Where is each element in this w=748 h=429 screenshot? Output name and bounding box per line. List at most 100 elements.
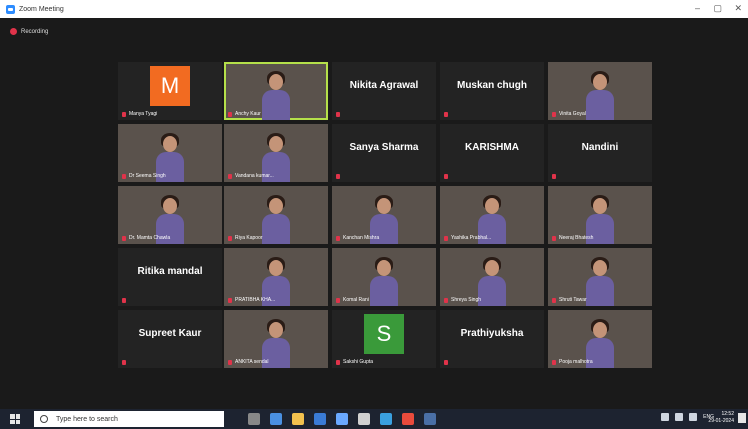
tray-icon[interactable] xyxy=(661,413,670,421)
title-bar: Zoom Meeting – ▢ ✕ xyxy=(0,0,748,18)
zoom-logo-icon xyxy=(6,4,15,14)
participant-name-label xyxy=(336,174,343,179)
participant-tile[interactable]: Nikita Agrawal xyxy=(332,62,436,120)
edge-icon[interactable] xyxy=(270,413,282,425)
participant-tile[interactable]: Sanya Sharma xyxy=(332,124,436,182)
participant-tile[interactable]: Dr Seema Singh xyxy=(118,124,222,182)
participant-tile[interactable]: Pooja malhotra xyxy=(548,310,652,368)
participant-name-label xyxy=(552,174,559,179)
muted-mic-icon xyxy=(444,235,448,241)
muted-mic-icon xyxy=(552,297,556,303)
mail-icon[interactable] xyxy=(314,413,326,425)
muted-mic-icon xyxy=(122,173,126,179)
network-icon[interactable] xyxy=(675,413,684,421)
participant-tile[interactable]: Shruti Tawar xyxy=(548,248,652,306)
participant-name-label xyxy=(444,360,451,365)
search-icon xyxy=(40,415,48,423)
volume-icon[interactable] xyxy=(689,413,698,421)
participant-name-large: Nikita Agrawal xyxy=(349,80,419,91)
participant-tile[interactable]: Riya Kapoor xyxy=(224,186,328,244)
zoom-taskbar-icon[interactable] xyxy=(424,413,436,425)
participant-video xyxy=(262,68,290,120)
participant-name-label: Anchy Kaur xyxy=(228,111,261,117)
participant-name: Sakshi Gupta xyxy=(343,359,374,365)
muted-mic-icon xyxy=(552,174,556,179)
participant-name-large: Ritika mandal xyxy=(137,266,203,277)
recording-indicator[interactable]: Recording xyxy=(10,28,48,35)
search-placeholder: Type here to search xyxy=(56,415,118,423)
participant-tile[interactable]: Prathiyuksha xyxy=(440,310,544,368)
participant-name-label: Sakshi Gupta xyxy=(336,359,373,365)
participant-name-large: Prathiyuksha xyxy=(460,328,524,339)
participant-tile[interactable]: ANKITA sendal xyxy=(224,310,328,368)
participant-name: Yashika Prabhal... xyxy=(451,235,492,241)
participant-tile[interactable]: Dr. Mamta Chawla xyxy=(118,186,222,244)
close-icon[interactable]: ✕ xyxy=(734,3,742,13)
participant-tile[interactable]: Yashika Prabhal... xyxy=(440,186,544,244)
participant-tile[interactable]: KARISHMA xyxy=(440,124,544,182)
windows-start-icon[interactable] xyxy=(10,414,20,424)
muted-mic-icon xyxy=(228,297,232,303)
participant-tile[interactable]: Kanchan Mishra xyxy=(332,186,436,244)
participant-tile[interactable]: Neeraj Bhatesh xyxy=(548,186,652,244)
participant-name-label: Vinita Goyal xyxy=(552,111,586,117)
participant-name-label xyxy=(122,298,129,303)
participant-tile[interactable]: Ritika mandal xyxy=(118,248,222,306)
muted-mic-icon xyxy=(444,174,448,179)
participant-tile[interactable]: Vinita Goyal xyxy=(548,62,652,120)
participant-name: Anchy Kaur xyxy=(235,111,261,117)
muted-mic-icon xyxy=(552,111,556,117)
participant-name-label: Dr Seema Singh xyxy=(122,173,166,179)
participant-tile[interactable]: PRATIBHA KHA... xyxy=(224,248,328,306)
participant-tile[interactable]: Shreya Singh xyxy=(440,248,544,306)
minimize-icon[interactable]: – xyxy=(695,3,700,13)
system-tray: ENG xyxy=(661,413,714,421)
participant-name-large: KARISHMA xyxy=(465,142,519,153)
clock[interactable]: 12:52 29-01-2024 xyxy=(708,411,734,425)
clock-date: 29-01-2024 xyxy=(708,418,734,424)
dropbox-icon[interactable] xyxy=(336,413,348,425)
clock-time: 12:52 xyxy=(721,411,734,417)
participant-tile[interactable]: Anchy Kaur xyxy=(224,62,328,120)
participant-tile[interactable]: Nandini xyxy=(548,124,652,182)
participant-name: Neeraj Bhatesh xyxy=(559,235,594,241)
participant-tile[interactable]: Supreet Kaur xyxy=(118,310,222,368)
file-explorer-icon[interactable] xyxy=(292,413,304,425)
muted-mic-icon xyxy=(336,112,340,117)
participant-tile[interactable]: Muskan chugh xyxy=(440,62,544,120)
participant-name-label: Neeraj Bhatesh xyxy=(552,235,593,241)
participant-name-label xyxy=(444,174,451,179)
participant-name-label xyxy=(444,112,451,117)
muted-mic-icon xyxy=(228,235,232,241)
muted-mic-icon xyxy=(122,111,126,117)
muted-mic-icon xyxy=(122,360,126,365)
participant-name: Dr. Mamta Chawla xyxy=(129,235,171,241)
notifications-icon[interactable] xyxy=(738,413,746,423)
word-icon[interactable] xyxy=(380,413,392,425)
participant-tile[interactable]: Vandana kumar... xyxy=(224,124,328,182)
muted-mic-icon xyxy=(444,297,448,303)
recording-label: Recording xyxy=(21,28,49,35)
maximize-icon[interactable]: ▢ xyxy=(713,3,722,13)
app-icon[interactable] xyxy=(358,413,370,425)
participant-name: Riya Kapoor xyxy=(235,235,263,241)
participant-name-label: Vandana kumar... xyxy=(228,173,274,179)
participant-name: Manya Tyagi xyxy=(129,111,158,117)
participant-name: ANKITA sendal xyxy=(235,359,269,365)
muted-mic-icon xyxy=(122,298,126,303)
record-icon xyxy=(10,28,17,35)
participant-tile[interactable]: S Sakshi Gupta xyxy=(332,310,436,368)
taskbar-search-input[interactable]: Type here to search xyxy=(34,411,224,427)
participant-avatar: M xyxy=(150,66,190,106)
participant-name-label: Pooja malhotra xyxy=(552,359,593,365)
muted-mic-icon xyxy=(336,297,340,303)
participant-name: Vinita Goyal xyxy=(559,111,586,117)
participant-name-label: ANKITA sendal xyxy=(228,359,269,365)
task-view-icon[interactable] xyxy=(248,413,260,425)
muted-mic-icon xyxy=(228,111,232,117)
chrome-icon[interactable] xyxy=(402,413,414,425)
participant-name-label: Shruti Tawar xyxy=(552,297,587,303)
participant-name-large: Nandini xyxy=(581,142,619,153)
participant-tile[interactable]: Komal Rani xyxy=(332,248,436,306)
participant-tile[interactable]: M Manya Tyagi xyxy=(118,62,222,120)
